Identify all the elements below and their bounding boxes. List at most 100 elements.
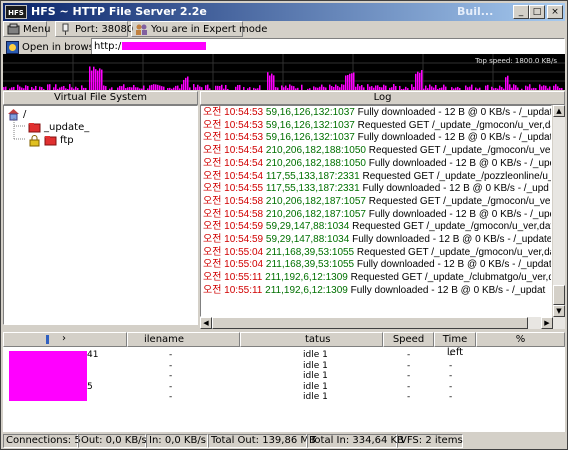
vfs-tree[interactable]: / _update_ ftp <box>3 105 198 325</box>
col-status-label: tatus <box>305 334 331 345</box>
transfer-filename: - <box>169 392 173 402</box>
port-button[interactable]: Port: 38080 <box>55 21 133 37</box>
graph-bar <box>543 85 545 90</box>
graph-bar <box>141 88 143 90</box>
hscroll-thumb[interactable] <box>212 317 528 329</box>
graph-bar <box>491 86 493 90</box>
log-message: Fully downloaded - 12 B @ 0 KB/s - /_upd <box>362 183 549 195</box>
log-entry[interactable]: 오전 10:54:54 117,55,133,187:2331 Requeste… <box>203 170 552 183</box>
title-bar[interactable]: HFS HFS ~ HTTP File Server 2.2e Buil... … <box>3 3 565 21</box>
graph-bar <box>153 84 155 90</box>
graph-bar <box>41 87 43 90</box>
log-entry[interactable]: 오전 10:55:04 211,168,39,53:1055 Requested… <box>203 247 551 259</box>
graph-bar <box>511 87 513 90</box>
graph-bar <box>25 85 27 90</box>
graph-bar <box>309 88 311 90</box>
scroll-thumb[interactable] <box>553 285 565 305</box>
log-entry[interactable]: 오전 10:55:11 211,192,6,12:1309 Requested … <box>203 272 551 284</box>
col-status[interactable]: tatus <box>240 332 383 347</box>
graph-bar <box>535 88 537 90</box>
graph-bar <box>281 85 283 90</box>
graph-bar <box>207 84 209 90</box>
log-entry[interactable]: 오전 10:54:54 210,206,182,188:1050 Request… <box>203 145 551 157</box>
col-ip[interactable]: › <box>3 332 127 347</box>
graph-bar <box>135 87 137 90</box>
graph-bar <box>83 87 85 90</box>
main-toolbar: Menu Port: 38080 You are in Expert mode <box>3 20 565 38</box>
log-vertical-scrollbar[interactable]: ▲ ▼ <box>553 105 565 317</box>
hfs-window: HFS HFS ~ HTTP File Server 2.2e Buil... … <box>0 0 568 450</box>
graph-bar <box>173 87 175 90</box>
log-entry[interactable]: 오전 10:54:54 210,206,182,188:1050 Fully d… <box>203 157 551 170</box>
graph-bar <box>11 87 13 90</box>
menu-label: Menu <box>23 23 51 35</box>
graph-bar <box>333 87 335 90</box>
graph-bar <box>161 86 163 90</box>
log-entry[interactable]: 오전 10:54:58 210,206,182,187:1057 Fully d… <box>203 208 551 221</box>
graph-bar <box>335 84 337 90</box>
open-in-browser-button[interactable]: Open in browser <box>3 39 104 55</box>
graph-bar <box>469 86 471 90</box>
log-horizontal-scrollbar[interactable]: ◀ ▶ <box>200 317 565 329</box>
graph-bar <box>277 87 279 90</box>
scroll-up-button[interactable]: ▲ <box>553 105 565 117</box>
graph-bar <box>453 88 455 90</box>
window-title: HFS ~ HTTP File Server 2.2e <box>31 5 207 18</box>
scroll-down-button[interactable]: ▼ <box>553 305 565 317</box>
graph-bar <box>63 85 65 90</box>
graph-bar <box>167 88 169 90</box>
col-percent[interactable]: % <box>476 332 565 347</box>
log-timestamp: 오전 10:54:53 <box>203 132 264 144</box>
graph-bar <box>375 85 377 90</box>
mode-label: You are in Expert mode <box>151 23 268 35</box>
graph-bar <box>193 84 195 90</box>
graph-bar <box>137 87 139 90</box>
graph-bar <box>541 86 543 90</box>
scroll-right-button[interactable]: ▶ <box>541 317 553 329</box>
log-entry[interactable]: 오전 10:54:53 59,16,126,132:1037 Requested… <box>203 120 551 132</box>
log-entry[interactable]: 오전 10:55:11 211,192,6,12:1309 Fully down… <box>203 285 545 297</box>
graph-bar <box>59 87 61 90</box>
transfer-speed: - <box>407 360 411 371</box>
log-entry[interactable]: 오전 10:54:53 59,16,126,132:1037 Fully dow… <box>203 132 551 144</box>
col-time-left[interactable]: Time left <box>434 332 476 358</box>
close-button[interactable]: × <box>547 5 563 19</box>
log-timestamp: 오전 10:54:55 <box>203 183 264 195</box>
col-speed[interactable]: Speed <box>383 332 434 347</box>
menu-button[interactable]: Menu <box>3 21 51 37</box>
log-entry[interactable]: 오전 10:54:53 59,16,126,132:1037 Fully dow… <box>203 107 552 119</box>
graph-bar <box>527 86 529 90</box>
col-filename-label: ilename <box>144 334 185 345</box>
log-entry[interactable]: 오전 10:54:55 117,55,133,187:2331 Fully do… <box>203 183 549 195</box>
graph-bar <box>183 79 185 90</box>
graph-bar <box>427 88 429 90</box>
minimize-button[interactable]: _ <box>513 5 529 19</box>
graph-bar <box>117 87 119 90</box>
graph-bar <box>531 88 533 90</box>
graph-bar <box>313 86 315 90</box>
graph-bar <box>81 85 83 90</box>
log-entry[interactable]: 오전 10:54:59 59,29,147,88:1034 Fully down… <box>203 234 551 246</box>
graph-bar <box>269 75 271 90</box>
log-message: Fully downloaded - 12 B @ 0 KB/s - /_upd… <box>357 107 552 118</box>
graph-bar <box>177 85 179 90</box>
col-filename[interactable]: ilename <box>127 332 240 347</box>
url-field[interactable]: http:/ <box>91 38 565 55</box>
log-timestamp: 오전 10:54:54 <box>203 157 264 169</box>
log-entry[interactable]: 오전 10:54:59 59,29,147,88:1034 Requested … <box>203 221 551 233</box>
log-timestamp: 오전 10:54:58 <box>203 208 264 220</box>
maximize-button[interactable]: □ <box>529 5 545 19</box>
log-list[interactable]: 오전 10:54:53 59,16,126,132:1037 Fully dow… <box>200 105 552 317</box>
log-entry[interactable]: 오전 10:54:58 210,206,182,187:1057 Request… <box>203 196 551 208</box>
log-message: Requested GET /_update_/pozzleonline/u_v <box>362 170 552 182</box>
scroll-left-button[interactable]: ◀ <box>200 317 212 329</box>
status-connections: Connections: 5 <box>3 434 81 448</box>
tree-lines <box>13 118 26 140</box>
col-speed-label: Speed <box>392 334 425 345</box>
log-entry[interactable]: 오전 10:55:04 211,168,39,53:1055 Fully dow… <box>203 259 551 271</box>
vfs-item-label: ftp <box>60 135 74 146</box>
graph-bar <box>147 88 149 90</box>
graph-bar <box>433 87 435 90</box>
status-total-in: Total In: 334,64 KB <box>307 434 404 448</box>
expert-mode-button[interactable]: You are in Expert mode <box>131 21 267 37</box>
